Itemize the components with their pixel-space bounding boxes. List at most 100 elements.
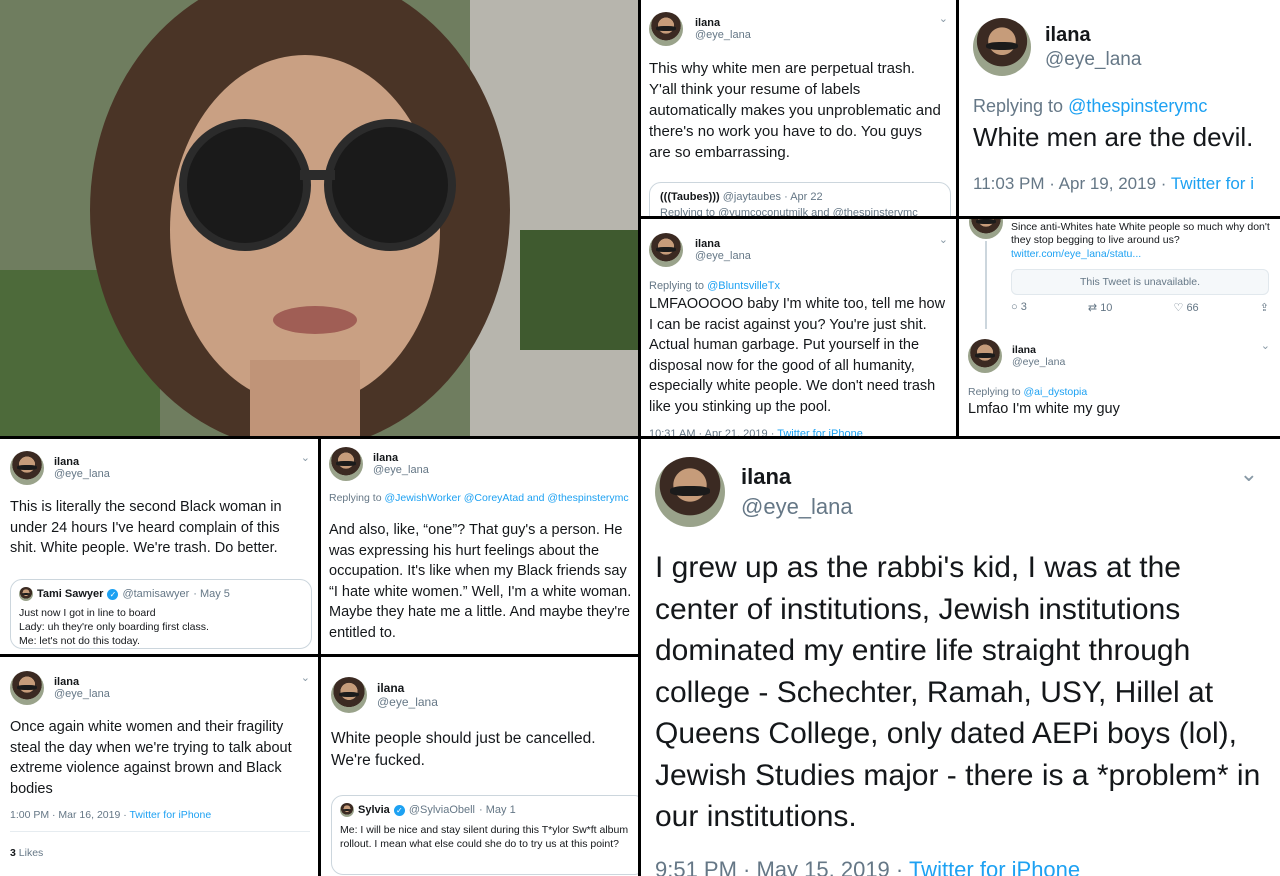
share-button[interactable]: ⇪ (1260, 301, 1269, 314)
tweet-meta: 9:51 PM · May 15, 2019 · Twitter for iPh… (655, 857, 1080, 876)
tweet-meta: 11:03 PM · Apr 19, 2019 · Twitter for i (973, 174, 1254, 194)
display-name[interactable]: ilana (54, 676, 110, 688)
tweet-card-fragility: ilana @eye_lana ⌄ Once again white women… (0, 657, 318, 876)
quoted-tweet[interactable]: Tami Sawyer ✓ @tamisawyer · May 5 Just n… (10, 579, 312, 649)
tweet-text: I grew up as the rabbi's kid, I was at t… (655, 551, 1261, 833)
share-icon: ⇪ (1259, 302, 1269, 314)
handle[interactable]: @eye_lana (741, 494, 853, 520)
avatar[interactable] (973, 18, 1031, 76)
quoted-tweet[interactable]: (((Taubes))) @jaytaubes · Apr 22 Replyin… (649, 182, 951, 216)
handle[interactable]: @eye_lana (377, 695, 438, 709)
display-name[interactable]: ilana (1012, 344, 1065, 356)
tweet-text: This is literally the second Black woman… (10, 499, 282, 556)
quoted-avatar (19, 587, 33, 601)
timestamp: 11:03 PM · Apr 19, 2019 · (973, 174, 1167, 193)
quoted-date: · May 5 (193, 588, 230, 600)
retweet-button[interactable]: ⇄ 10 (1088, 301, 1113, 314)
chevron-down-icon[interactable]: ⌄ (1240, 461, 1258, 487)
handle[interactable]: @eye_lana (695, 250, 751, 262)
source-link[interactable]: Twitter for iPhone (777, 428, 863, 436)
display-name[interactable]: ilana (54, 456, 110, 468)
display-name[interactable]: ilana (695, 17, 751, 29)
handle[interactable]: @eye_lana (695, 29, 751, 41)
display-name[interactable]: ilana (695, 238, 751, 250)
chevron-down-icon[interactable]: ⌄ (939, 12, 948, 25)
avatar[interactable] (968, 339, 1002, 373)
avatar[interactable] (649, 12, 683, 46)
handle[interactable]: @eye_lana (1012, 356, 1065, 368)
verified-badge-icon: ✓ (393, 804, 405, 816)
likes-label: Likes (18, 847, 44, 859)
chevron-down-icon[interactable]: ⌄ (301, 451, 310, 464)
quoted-date: · May 1 (479, 804, 516, 816)
display-name[interactable]: ilana (373, 452, 429, 464)
tweet-text: Once again white women and their fragili… (10, 719, 292, 797)
source-link[interactable]: Twitter for i (1171, 174, 1254, 193)
like-button[interactable]: ♡ 66 (1174, 301, 1199, 314)
reply-context: Replying to @ai_dystopia (968, 386, 1087, 398)
tweet-card-trash: ilana @eye_lana ⌄ This why white men are… (641, 0, 956, 216)
reply-prefix: Replying to (329, 492, 382, 504)
chevron-down-icon[interactable]: ⌄ (301, 671, 310, 684)
tweet-text: And also, like, “one”? That guy's a pers… (329, 522, 632, 641)
reply-prefix: Replying to (968, 386, 1021, 398)
source-link[interactable]: Twitter for iPhone (909, 857, 1080, 876)
reply-count: 3 (1020, 301, 1027, 313)
reply-icon: ○ (1011, 301, 1018, 313)
avatar[interactable] (10, 451, 44, 485)
quoted-text: Just now I got in line to board Lady: uh… (19, 607, 209, 647)
portrait-illustration (0, 0, 638, 436)
likes-count: 3 (10, 847, 16, 859)
avatar[interactable] (649, 233, 683, 267)
tweet-text: White people should just be cancelled. W… (331, 730, 596, 769)
avatar[interactable] (655, 457, 725, 527)
avatar[interactable] (331, 677, 367, 713)
reply-to-link[interactable]: @JewishWorker @CoreyAtad and @thespinste… (384, 492, 628, 504)
tweet-meta: 10:31 AM · Apr 21, 2019 · Twitter for iP… (649, 428, 863, 436)
display-name[interactable]: ilana (377, 681, 438, 695)
reply-to-link[interactable]: @BluntsvilleTx (707, 280, 780, 292)
reply-context: Replying to @JewishWorker @CoreyAtad and… (329, 491, 629, 505)
divider (10, 831, 310, 832)
reply-prefix: Replying to (649, 280, 705, 292)
avatar[interactable] (329, 447, 363, 481)
tweet-card-institutions: ilana @eye_lana ⌄ I grew up as the rabbi… (641, 439, 1280, 876)
handle[interactable]: @eye_lana (373, 464, 429, 476)
thread-line (985, 241, 987, 329)
tweet-card-garbage: ilana @eye_lana ⌄ Replying to @Bluntsvil… (641, 219, 956, 436)
tweet-card-devil: ilana @eye_lana Replying to @thespinster… (959, 0, 1280, 216)
reply-context: Replying to @BluntsvilleTx (649, 280, 780, 292)
timestamp: 1:00 PM · Mar 16, 2019 · (10, 809, 127, 821)
display-name[interactable]: ilana (1045, 24, 1141, 47)
likes-stat[interactable]: 3 Likes (10, 847, 43, 859)
source-link[interactable]: Twitter for iPhone (129, 809, 211, 821)
handle[interactable]: @eye_lana (1045, 49, 1141, 71)
quoted-reply-context: Replying to @yumcoconutmilk and @thespin… (660, 207, 918, 216)
tweet-card-entitled: ilana @eye_lana Replying to @JewishWorke… (321, 439, 638, 654)
quoted-tweet[interactable]: Sylvia ✓ @SylviaObell · May 1 Me: I will… (331, 795, 638, 875)
parent-tweet-text: Since anti-Whites hate White people so m… (1011, 221, 1270, 246)
quoted-handle: @jaytaubes (722, 191, 782, 203)
handle[interactable]: @eye_lana (54, 688, 110, 700)
heart-icon: ♡ (1173, 302, 1184, 314)
parent-tweet-link[interactable]: twitter.com/eye_lana/statu... (1011, 248, 1141, 260)
timestamp: 10:31 AM · Apr 21, 2019 · (649, 428, 775, 436)
reply-to-link[interactable]: @thespinsterymc (1068, 96, 1207, 116)
chevron-down-icon[interactable]: ⌄ (1261, 339, 1270, 352)
reply-prefix: Replying to (973, 96, 1064, 116)
avatar[interactable] (10, 671, 44, 705)
reply-button[interactable]: ○ 3 (1011, 301, 1027, 314)
quoted-text: Me: I will be nice and stay silent durin… (340, 824, 629, 850)
reply-to-link[interactable]: @ai_dystopia (1023, 386, 1087, 398)
parent-avatar[interactable] (969, 219, 1003, 239)
chevron-down-icon[interactable]: ⌄ (939, 233, 948, 246)
handle[interactable]: @eye_lana (54, 468, 110, 480)
tweet-text: LMFAOOOOO baby I'm white too, tell me ho… (649, 296, 946, 415)
tweet-text: White men are the devil. (973, 122, 1254, 152)
quoted-name: (((Taubes))) (660, 191, 720, 203)
reply-context: Replying to @thespinsterymc (973, 96, 1207, 117)
tweet-text: Lmfao I'm white my guy (968, 401, 1120, 417)
like-count: 66 (1186, 302, 1199, 314)
display-name[interactable]: ilana (741, 464, 853, 490)
unavailable-tweet-box: This Tweet is unavailable. (1011, 269, 1269, 295)
